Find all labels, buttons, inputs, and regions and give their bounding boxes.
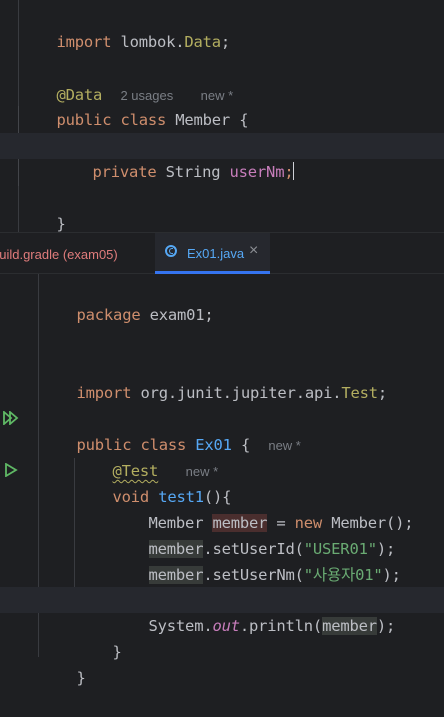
code-line-set-usernm[interactable]: member.setUserNm("사용자01");	[112, 536, 401, 584]
indent-guide	[74, 458, 75, 608]
class-name: System.	[148, 617, 213, 635]
semicolon: ;	[220, 33, 231, 51]
code-line-field-userid[interactable]: private String userId;	[56, 107, 294, 155]
brace: }	[56, 215, 66, 233]
code-line-class-close[interactable]: }	[40, 639, 86, 687]
tab-label: build.gradle (exam05)	[0, 247, 118, 262]
field-name: userNm	[229, 163, 285, 181]
code-line-println[interactable]: System.out.println(member);	[112, 587, 395, 635]
run-test-icon[interactable]	[4, 462, 18, 481]
package-name: exam01;	[140, 306, 214, 324]
semicolon: ;	[377, 384, 388, 402]
code-line-annotation[interactable]: @Data 2 usages new *	[20, 56, 234, 104]
method-call: .println(	[239, 617, 323, 635]
code-line-field-usernm[interactable]: private String userNm;	[56, 133, 295, 181]
brace: }	[76, 669, 86, 687]
tab-ex01-java[interactable]: Ex01.java ×	[155, 233, 270, 274]
code-line-package[interactable]: package exam01;	[40, 276, 214, 324]
bottom-editor[interactable]: package exam01; import org.junit.jupiter…	[0, 274, 444, 687]
class-name: Test	[341, 384, 378, 402]
top-editor[interactable]: import lombok.Data; @Data 2 usages new *…	[0, 0, 444, 233]
class-name: Data	[184, 33, 221, 51]
keyword: import	[56, 33, 112, 51]
package-name: org.junit.jupiter.api.	[131, 384, 342, 402]
code-line-class-decl[interactable]: public class Member {	[20, 81, 249, 129]
keyword: private	[92, 163, 157, 181]
string-literal: "사용자01"	[303, 566, 383, 584]
code-line-close-brace[interactable]: }	[20, 185, 66, 233]
paren-semicolon: );	[382, 566, 401, 584]
code-line-member-new[interactable]: Member member = new Member();	[112, 484, 414, 532]
brace: {	[231, 436, 251, 454]
code-line-method-decl[interactable]: void test1(){	[76, 458, 232, 506]
close-tab-icon[interactable]: ×	[249, 242, 258, 260]
type-name: String	[156, 163, 230, 181]
code-line-test-annotation[interactable]: @Test new *	[76, 432, 219, 480]
variable: member	[322, 617, 377, 635]
semicolon: ;	[284, 163, 294, 181]
keyword: package	[76, 306, 141, 324]
code-line-import[interactable]: import lombok.Data;	[20, 3, 231, 51]
author-hint[interactable]: new *	[268, 438, 301, 453]
paren-semicolon: );	[376, 617, 396, 635]
run-class-icon[interactable]	[2, 410, 20, 429]
editor-tab-bar: build.gradle (exam05) Ex01.java ×	[0, 232, 444, 274]
code-line-method-close[interactable]: }	[76, 613, 122, 661]
method-call: .setUserNm(	[203, 566, 304, 584]
static-field: out	[212, 617, 240, 635]
brace: }	[112, 643, 122, 661]
tab-build-gradle[interactable]: build.gradle (exam05)	[0, 233, 152, 274]
code-line-class-decl[interactable]: public class Ex01 { new *	[40, 406, 301, 454]
keyword: import	[76, 384, 132, 402]
tab-label: Ex01.java	[187, 246, 245, 261]
java-class-icon	[165, 245, 177, 257]
text-caret	[293, 162, 295, 180]
code-line-set-userid[interactable]: member.setUserId("USER01");	[112, 510, 395, 558]
code-line-import[interactable]: import org.junit.jupiter.api.Test;	[40, 354, 388, 402]
variable: member	[148, 566, 204, 584]
package-name: lombok.	[111, 33, 185, 51]
